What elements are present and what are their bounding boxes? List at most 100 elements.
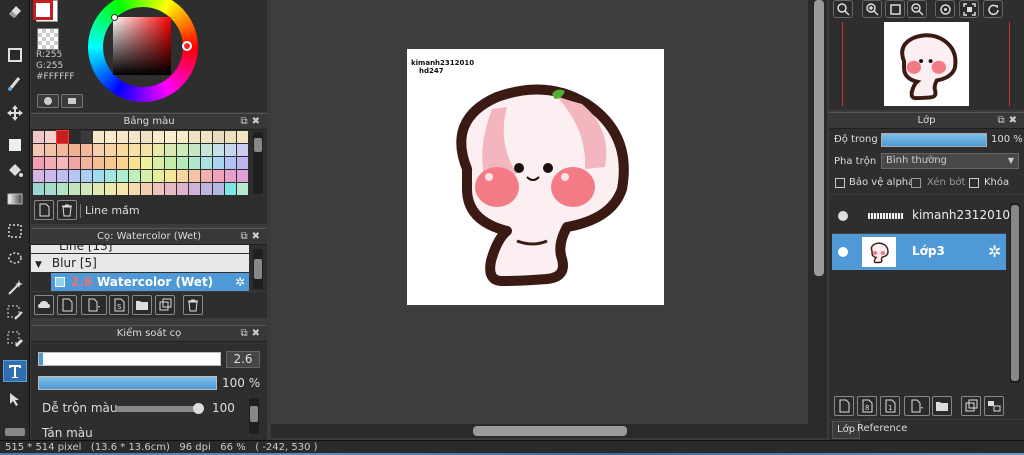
text-tool-icon[interactable] — [3, 360, 27, 382]
palette-swatch[interactable] — [177, 131, 188, 143]
zoom-fit-icon[interactable] — [833, 0, 853, 18]
canvas-hscroll-thumb[interactable] — [473, 426, 627, 436]
palette-swatch[interactable] — [165, 170, 176, 182]
move-tool-icon[interactable] — [3, 102, 27, 124]
palette-swatch[interactable] — [165, 144, 176, 156]
layer-settings-gear-icon[interactable]: ✲ — [988, 242, 1001, 261]
protect-alpha-checkbox[interactable] — [835, 178, 845, 188]
navigator-thumbnail[interactable] — [884, 22, 969, 106]
layer-blend-select[interactable]: Bình thường ▼ — [881, 153, 1019, 169]
palette-swatch[interactable] — [81, 144, 92, 156]
palette-swatch[interactable] — [225, 170, 236, 182]
palette-swatch[interactable] — [141, 157, 152, 169]
layer-row-selected[interactable]: Lớp3 ✲ — [832, 234, 1006, 270]
palette-swatch[interactable] — [225, 131, 236, 143]
canvas-area[interactable]: kimanh2312010 hd247 — [271, 0, 811, 424]
brush-add-dropdown-icon[interactable] — [81, 295, 107, 315]
palette-swatch[interactable] — [93, 170, 104, 182]
brush-delete-icon[interactable] — [183, 295, 203, 315]
brush-settings-gear-icon[interactable]: ✲ — [235, 275, 245, 289]
new-palette-icon[interactable] — [34, 200, 54, 220]
operation-tool-icon[interactable] — [3, 388, 27, 410]
palette-swatch[interactable] — [201, 157, 212, 169]
palette-swatch[interactable] — [117, 131, 128, 143]
blend-slider[interactable] — [115, 403, 204, 414]
lasso-tool-icon[interactable] — [3, 248, 27, 270]
palette-swatch[interactable] — [129, 144, 140, 156]
palette-swatch[interactable] — [33, 183, 44, 195]
palette-swatch[interactable] — [117, 183, 128, 195]
palette-swatch[interactable] — [201, 131, 212, 143]
panel-float-close-icon[interactable]: ⧉✖ — [240, 326, 264, 341]
visibility-eye-icon[interactable] — [838, 247, 848, 257]
brush-item-selected[interactable]: 2.6 Watercolor (Wet) — [51, 273, 249, 291]
brush-control-scrollbar[interactable] — [249, 398, 259, 434]
palette-swatch[interactable] — [201, 170, 212, 182]
palette-swatch[interactable] — [177, 144, 188, 156]
palette-swatch[interactable] — [33, 144, 44, 156]
duplicate-layer-icon[interactable] — [961, 396, 981, 416]
palette-swatch[interactable] — [117, 157, 128, 169]
palette-swatch[interactable] — [153, 170, 164, 182]
select-eraser-tool-icon[interactable] — [3, 328, 27, 350]
palette-swatch[interactable] — [213, 170, 224, 182]
layer-row[interactable]: kimanh2312010 — [832, 198, 1010, 234]
palette-swatch[interactable] — [105, 144, 116, 156]
palette-swatch[interactable] — [165, 157, 176, 169]
palette-swatch[interactable] — [237, 131, 248, 143]
palette-swatch[interactable] — [201, 183, 212, 195]
palette-swatch[interactable] — [56, 130, 69, 144]
palette-swatch[interactable] — [117, 170, 128, 182]
palette-swatch[interactable] — [33, 157, 44, 169]
palette-swatch[interactable] — [165, 183, 176, 195]
palette-swatch[interactable] — [45, 170, 56, 182]
palette-swatch[interactable] — [105, 183, 116, 195]
select-pen-tool-icon[interactable] — [3, 302, 27, 324]
canvas-vscroll-thumb[interactable] — [814, 0, 824, 276]
palette-scrollbar[interactable] — [253, 132, 263, 194]
primary-color-swatch[interactable] — [33, 0, 53, 20]
palette-swatch[interactable] — [225, 157, 236, 169]
palette-swatch[interactable] — [33, 170, 44, 182]
brush-tool-icon[interactable] — [3, 72, 27, 94]
add-layer-dropdown-icon[interactable] — [904, 396, 930, 416]
visibility-eye-icon[interactable] — [838, 211, 848, 221]
palette-swatch[interactable] — [177, 183, 188, 195]
fill-rect-tool-icon[interactable] — [3, 134, 27, 156]
palette-swatch[interactable] — [141, 144, 152, 156]
brush-item[interactable]: ▼ Blur [5] — [31, 254, 249, 272]
palette-swatch[interactable] — [141, 170, 152, 182]
palette-swatch[interactable] — [105, 131, 116, 143]
palette-swatch[interactable] — [189, 157, 200, 169]
palette-swatch[interactable] — [141, 183, 152, 195]
brush-folder-icon[interactable] — [132, 295, 152, 315]
transparent-color-swatch[interactable] — [37, 28, 59, 50]
palette-swatch[interactable] — [213, 144, 224, 156]
bucket-tool-icon[interactable] — [3, 160, 27, 182]
panel-float-close-icon[interactable]: ⧉✖ — [240, 229, 264, 244]
new-1bit-layer-icon[interactable]: 1 — [880, 396, 900, 416]
palette-swatch[interactable] — [129, 183, 140, 195]
palette-swatch[interactable] — [69, 170, 80, 182]
palette-swatch[interactable] — [237, 170, 248, 182]
brush-copy-icon[interactable]: S — [109, 295, 129, 315]
zoom-out-icon[interactable] — [907, 0, 927, 18]
palette-swatch[interactable] — [141, 131, 152, 143]
tab-layer[interactable]: Lớp — [832, 421, 861, 439]
palette-swatch[interactable] — [153, 183, 164, 195]
palette-swatch[interactable] — [213, 131, 224, 143]
palette-swatch[interactable] — [189, 131, 200, 143]
delete-palette-icon[interactable] — [57, 200, 77, 220]
palette-swatch[interactable] — [45, 157, 56, 169]
lock-checkbox[interactable] — [969, 178, 979, 188]
merge-layer-icon[interactable] — [984, 396, 1004, 416]
palette-swatch[interactable] — [177, 157, 188, 169]
brush-cloud-icon[interactable] — [34, 295, 54, 315]
palette-swatch[interactable] — [177, 170, 188, 182]
layer-opacity-slider[interactable] — [881, 133, 987, 147]
palette-swatch[interactable] — [213, 157, 224, 169]
palette-swatch[interactable] — [165, 131, 176, 143]
new-layer-icon[interactable] — [834, 396, 854, 416]
palette-swatch[interactable] — [117, 144, 128, 156]
palette-swatch[interactable] — [93, 183, 104, 195]
